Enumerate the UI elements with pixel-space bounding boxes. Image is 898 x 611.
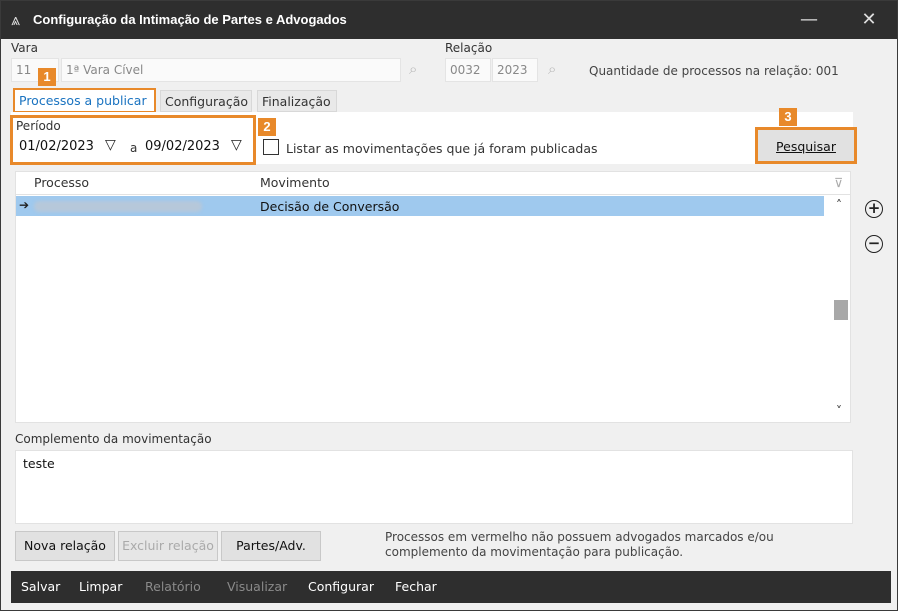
add-circle-icon[interactable]: + <box>865 200 883 218</box>
scrollbar-thumb[interactable] <box>834 300 848 320</box>
processo-cell-redacted <box>34 201 202 212</box>
pesquisar-button[interactable]: Pesquisar <box>755 127 857 164</box>
row-arrow-icon: ➔ <box>19 198 30 212</box>
window-title: Configuração da Intimação de Partes e Ad… <box>33 12 347 27</box>
movimento-cell: Decisão de Conversão <box>260 199 400 214</box>
process-grid: Processo Movimento ⊽ ➔ Decisão de Conver… <box>15 171 851 423</box>
pesquisar-label: Pesquisar <box>776 139 836 154</box>
excluir-relacao-button[interactable]: Excluir relação <box>118 531 218 561</box>
partes-adv-button[interactable]: Partes/Adv. <box>221 531 321 561</box>
callout-badge-2: 2 <box>258 118 276 136</box>
dialog-window: ⩓ Configuração da Intimação de Partes e … <box>0 0 898 611</box>
menu-limpar[interactable]: Limpar <box>79 579 122 594</box>
listar-publicadas-label: Listar as movimentações que já foram pub… <box>286 141 598 156</box>
bottom-menu-bar: Salvar Limpar Relatório Visualizar Confi… <box>11 571 891 603</box>
search-icon[interactable]: ⌕ <box>409 60 417 78</box>
search-icon[interactable]: ⌕ <box>548 60 556 78</box>
relacao-number-field[interactable]: 0032 <box>445 58 491 82</box>
chevron-down-icon[interactable]: ▽ <box>231 137 242 153</box>
app-icon: ⩓ <box>11 10 21 29</box>
relacao-year-field[interactable]: 2023 <box>492 58 538 82</box>
menu-configurar[interactable]: Configurar <box>308 579 374 594</box>
info-text: Processos em vermelho não possuem advoga… <box>385 530 774 559</box>
close-button[interactable]: ✕ <box>849 5 889 35</box>
remove-circle-icon[interactable]: − <box>865 235 883 253</box>
tab-configuracao[interactable]: Configuração <box>160 90 252 112</box>
table-row[interactable]: ➔ Decisão de Conversão <box>16 196 824 216</box>
menu-visualizar[interactable]: Visualizar <box>227 579 287 594</box>
relacao-label: Relação <box>445 41 493 55</box>
minimize-button[interactable]: — <box>789 5 829 35</box>
periodo-separator: a <box>130 141 138 155</box>
vara-label: Vara <box>11 41 38 55</box>
menu-fechar[interactable]: Fechar <box>395 579 437 594</box>
tab-processos-a-publicar[interactable]: Processos a publicar <box>13 88 156 113</box>
listar-publicadas-checkbox[interactable] <box>263 139 279 155</box>
callout-badge-3: 3 <box>779 108 797 126</box>
menu-relatorio[interactable]: Relatório <box>145 579 201 594</box>
scroll-up-icon[interactable]: ˄ <box>836 198 842 212</box>
grid-header: Processo Movimento ⊽ <box>16 172 850 195</box>
menu-salvar[interactable]: Salvar <box>21 579 60 594</box>
complemento-label: Complemento da movimentação <box>15 432 212 446</box>
vara-name-field[interactable]: 1ª Vara Cível <box>61 58 401 82</box>
title-bar: ⩓ Configuração da Intimação de Partes e … <box>1 1 897 39</box>
tab-finalizacao[interactable]: Finalização <box>257 90 337 112</box>
column-header-movimento[interactable]: Movimento <box>260 175 330 190</box>
nova-relacao-button[interactable]: Nova relação <box>15 531 115 561</box>
filter-icon[interactable]: ⊽ <box>834 175 843 190</box>
complemento-text: teste <box>23 456 55 471</box>
complemento-textarea[interactable]: teste <box>15 450 853 524</box>
chevron-down-icon[interactable]: ▽ <box>105 137 116 153</box>
quantity-text: Quantidade de processos na relação: 001 <box>589 64 839 78</box>
callout-badge-1: 1 <box>38 68 56 86</box>
column-header-processo[interactable]: Processo <box>34 175 89 190</box>
scroll-down-icon[interactable]: ˅ <box>836 404 842 418</box>
